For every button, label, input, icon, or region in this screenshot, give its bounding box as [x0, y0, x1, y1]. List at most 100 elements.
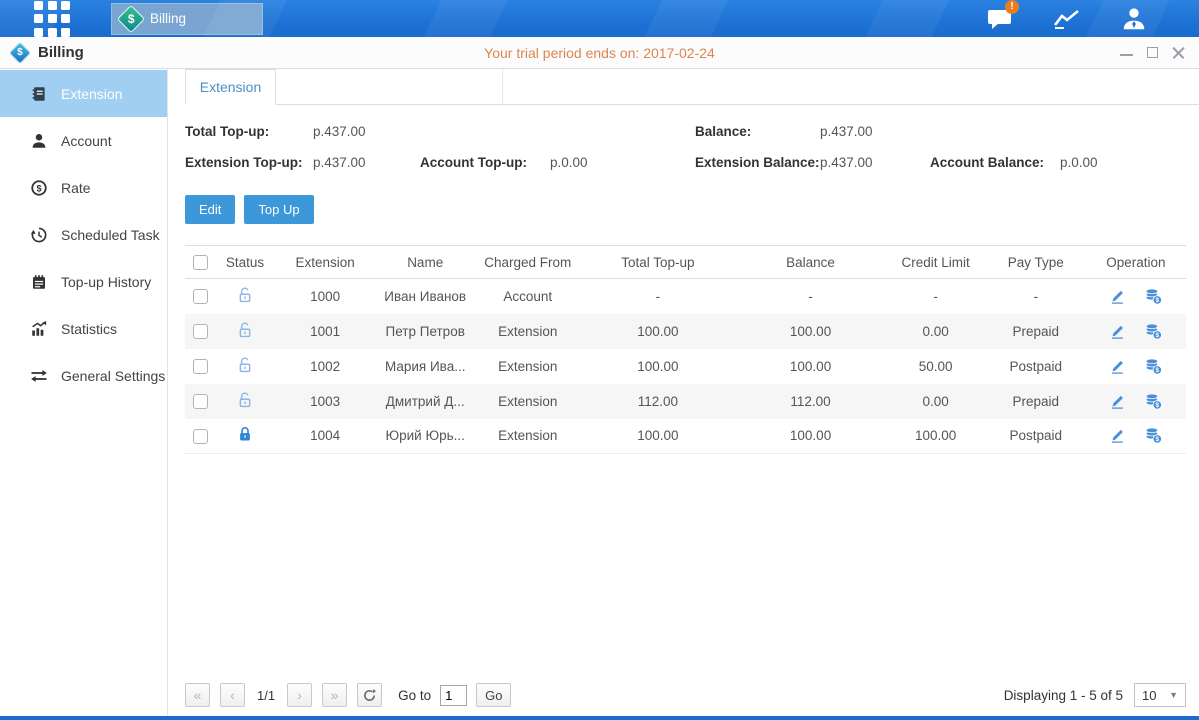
edit-pencil-icon[interactable]: [1109, 426, 1127, 444]
taskbar-app-label: Billing: [150, 11, 186, 26]
prev-page-button[interactable]: ‹: [220, 683, 245, 707]
user-account-icon[interactable]: [1117, 6, 1151, 32]
status-cell: [215, 384, 275, 419]
name-cell: Дмитрий Д...: [375, 384, 475, 419]
extension-cell: 1002: [275, 349, 375, 384]
balance-cell: -: [735, 279, 885, 314]
minimize-icon[interactable]: [1120, 46, 1133, 59]
unlocked-icon[interactable]: [236, 356, 254, 374]
row-checkbox[interactable]: [193, 324, 208, 339]
table-header-row: Status Extension Name Charged From Total…: [185, 246, 1186, 279]
credit-limit-cell: -: [886, 279, 986, 314]
extension-balance-value: p.437.00: [820, 155, 930, 170]
next-page-button[interactable]: ›: [287, 683, 312, 707]
dollar-coin-icon: $: [30, 179, 48, 197]
topup-coins-icon[interactable]: $: [1144, 392, 1163, 411]
col-pay-type: Pay Type: [986, 246, 1086, 279]
row-checkbox[interactable]: [193, 394, 208, 409]
first-page-button[interactable]: «: [185, 683, 210, 707]
unlocked-icon[interactable]: [236, 391, 254, 409]
main-content: Extension Total Top-up: p.437.00 Extensi…: [168, 69, 1199, 716]
row-checkbox[interactable]: [193, 359, 208, 374]
window-title: Billing: [38, 44, 84, 61]
sidebar-item-topup-history[interactable]: Top-up History: [0, 258, 167, 305]
table-row[interactable]: 1002Мария Ива...Extension100.00100.0050.…: [185, 349, 1186, 384]
col-operation: Operation: [1086, 246, 1186, 279]
edit-button[interactable]: Edit: [185, 195, 235, 224]
unlocked-icon[interactable]: [236, 321, 254, 339]
credit-limit-cell: 0.00: [886, 384, 986, 419]
svg-text:$: $: [1155, 402, 1159, 409]
clock-history-icon: [30, 226, 48, 244]
sidebar-item-general-settings[interactable]: General Settings: [0, 352, 167, 399]
sidebar-item-extension[interactable]: Extension: [0, 70, 167, 117]
maximize-icon[interactable]: [1146, 46, 1159, 59]
refresh-button[interactable]: [357, 683, 382, 707]
total-topup-cell: 100.00: [580, 419, 735, 454]
charged-from-cell: Account: [475, 279, 580, 314]
sidebar-item-rate[interactable]: $ Rate: [0, 164, 167, 211]
person-icon: [30, 132, 48, 150]
trial-notice: Your trial period ends on: 2017-02-24: [0, 45, 1199, 61]
tab-bar: Extension: [185, 69, 1199, 105]
row-checkbox[interactable]: [193, 429, 208, 444]
taskbar-app-billing[interactable]: $ Billing: [111, 3, 263, 35]
table-row[interactable]: 1001Петр ПетровExtension100.00100.000.00…: [185, 314, 1186, 349]
row-checkbox[interactable]: [193, 289, 208, 304]
total-topup-value: p.437.00: [313, 124, 420, 139]
notifications-message-icon[interactable]: !: [983, 6, 1017, 32]
svg-text:$: $: [1155, 367, 1159, 374]
sidebar: Extension Account $ Rate Scheduled Task: [0, 69, 168, 716]
table-row[interactable]: 1003Дмитрий Д...Extension112.00112.000.0…: [185, 384, 1186, 419]
balance-cell: 100.00: [735, 419, 885, 454]
topup-coins-icon[interactable]: $: [1144, 322, 1163, 341]
credit-limit-cell: 100.00: [886, 419, 986, 454]
name-cell: Юрий Юрь...: [375, 419, 475, 454]
resource-monitor-chart-icon[interactable]: [1050, 6, 1084, 32]
topup-coins-icon[interactable]: $: [1144, 287, 1163, 306]
edit-pencil-icon[interactable]: [1109, 357, 1127, 375]
charged-from-cell: Extension: [475, 384, 580, 419]
refresh-icon: [362, 688, 377, 703]
pay-type-cell: Prepaid: [986, 314, 1086, 349]
close-icon[interactable]: [1172, 46, 1185, 59]
sidebar-item-scheduled-task[interactable]: Scheduled Task: [0, 211, 167, 258]
page-indicator: 1/1: [257, 688, 275, 703]
displaying-status: Displaying 1 - 5 of 5: [1004, 688, 1123, 703]
svg-text:$: $: [1155, 297, 1159, 304]
svg-text:$: $: [1155, 436, 1159, 443]
goto-page-input[interactable]: [440, 685, 467, 706]
topup-button[interactable]: Top Up: [244, 195, 313, 224]
edit-pencil-icon[interactable]: [1109, 287, 1127, 305]
name-cell: Иван Иванов: [375, 279, 475, 314]
topup-coins-icon[interactable]: $: [1144, 357, 1163, 376]
app-launcher-icon[interactable]: [34, 1, 70, 37]
extension-cell: 1003: [275, 384, 375, 419]
sidebar-item-label: Extension: [61, 86, 122, 102]
address-book-icon: [30, 85, 48, 103]
charged-from-cell: Extension: [475, 349, 580, 384]
col-total-topup: Total Top-up: [580, 246, 735, 279]
tab-extension[interactable]: Extension: [185, 69, 276, 105]
select-all-checkbox[interactable]: [193, 255, 208, 270]
go-button[interactable]: Go: [476, 683, 511, 707]
balance-cell: 100.00: [735, 314, 885, 349]
total-topup-cell: 100.00: [580, 314, 735, 349]
sidebar-item-account[interactable]: Account: [0, 117, 167, 164]
locked-icon[interactable]: [236, 425, 254, 443]
tab-bar-spacer: [276, 69, 503, 104]
table-row[interactable]: 1000Иван ИвановAccount----$: [185, 279, 1186, 314]
sidebar-item-statistics[interactable]: Statistics: [0, 305, 167, 352]
unlocked-icon[interactable]: [236, 286, 254, 304]
page-size-dropdown[interactable]: 10 ▼: [1134, 683, 1186, 707]
edit-pencil-icon[interactable]: [1109, 322, 1127, 340]
desktop-bottom-strip: [0, 716, 1199, 720]
billing-dollar-icon: $: [117, 4, 145, 32]
last-page-button[interactable]: »: [322, 683, 347, 707]
topup-coins-icon[interactable]: $: [1144, 426, 1163, 445]
edit-pencil-icon[interactable]: [1109, 392, 1127, 410]
extension-balance-label: Extension Balance:: [695, 155, 820, 170]
table-row[interactable]: 1004Юрий Юрь...Extension100.00100.00100.…: [185, 419, 1186, 454]
window-titlebar: $ Billing Your trial period ends on: 201…: [0, 37, 1199, 69]
status-cell: [215, 419, 275, 454]
